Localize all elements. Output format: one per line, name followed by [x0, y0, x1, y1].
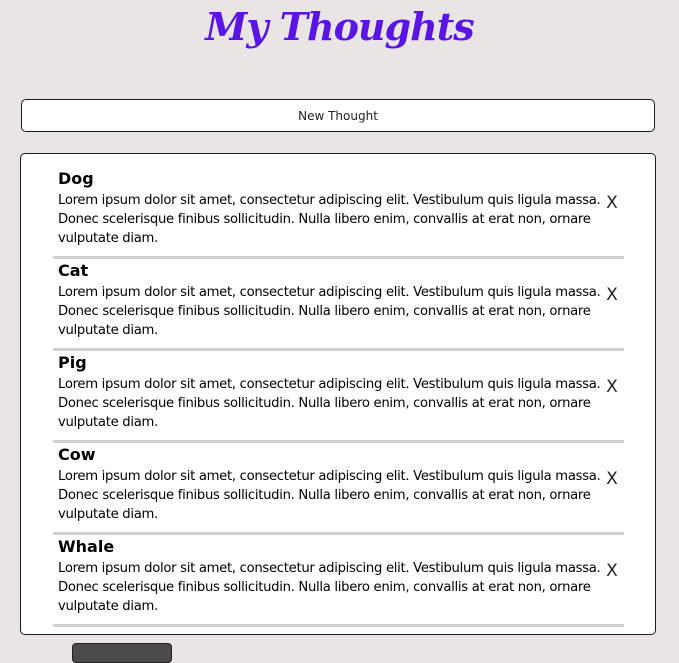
new-thought-button[interactable]: New Thought — [21, 99, 655, 132]
thought-title: Cat — [58, 261, 89, 280]
thought-title: Whale — [58, 537, 115, 556]
thought-body: Lorem ipsum dolor sit amet, consectetur … — [58, 561, 601, 614]
thought-body: Lorem ipsum dolor sit amet, consectetur … — [58, 285, 601, 338]
thought-body: Lorem ipsum dolor sit amet, consectetur … — [58, 469, 601, 522]
thought-body: Lorem ipsum dolor sit amet, consectetur … — [58, 377, 601, 430]
thought-title: Pig — [58, 353, 87, 372]
delete-thought-button[interactable]: X — [600, 375, 624, 399]
app-title: My Thoughts — [205, 4, 474, 49]
thought-item: Pig Lorem ipsum dolor sit amet, consecte… — [53, 351, 624, 443]
thought-item: Whale Lorem ipsum dolor sit amet, consec… — [53, 535, 624, 627]
thought-title: Cow — [58, 445, 96, 464]
delete-thought-button[interactable]: X — [600, 191, 624, 215]
delete-thought-button[interactable]: X — [600, 467, 624, 491]
thought-item: Dog Lorem ipsum dolor sit amet, consecte… — [53, 167, 624, 259]
thought-item: Cow Lorem ipsum dolor sit amet, consecte… — [53, 443, 624, 535]
thought-title: Dog — [58, 169, 94, 188]
bottom-action-button[interactable] — [72, 643, 172, 663]
delete-thought-button[interactable]: X — [600, 559, 624, 583]
thought-item: Cat Lorem ipsum dolor sit amet, consecte… — [53, 259, 624, 351]
thought-body: Lorem ipsum dolor sit amet, consectetur … — [58, 193, 601, 246]
delete-thought-button[interactable]: X — [600, 283, 624, 307]
thoughts-list: Dog Lorem ipsum dolor sit amet, consecte… — [20, 153, 656, 635]
